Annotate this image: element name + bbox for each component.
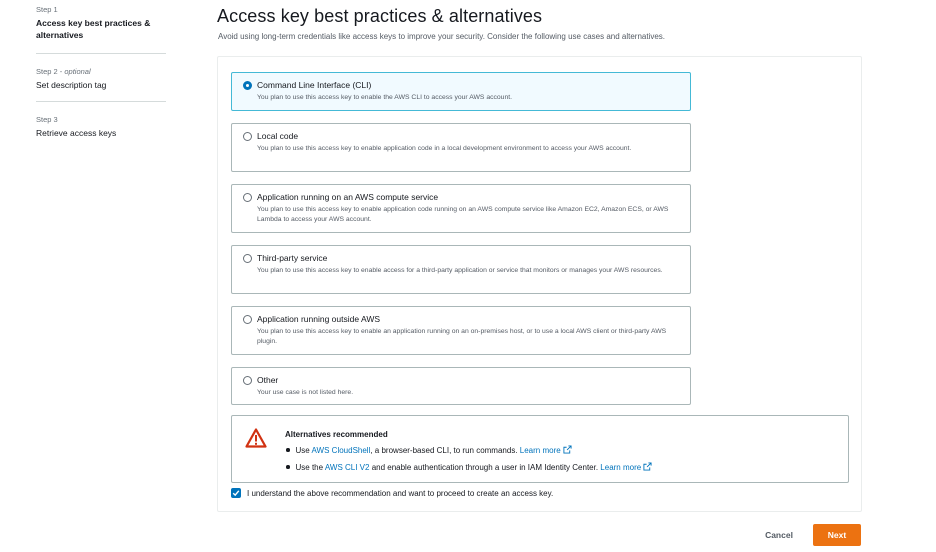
use-case-option-local-code[interactable]: Local code You plan to use this access k… [231,123,691,172]
use-case-description: You plan to use this access key to enabl… [257,145,632,152]
use-case-option-other[interactable]: Other Your use case is not listed here. [231,367,691,405]
radio-icon[interactable] [243,132,252,141]
aws-cli-v2-link[interactable]: AWS CLI V2 [325,463,370,472]
use-case-description: You plan to use this access key to enabl… [257,206,669,223]
use-case-title: Third-party service [257,253,328,263]
acknowledgement-checkbox[interactable] [231,488,241,498]
learn-more-link[interactable]: Learn more [520,445,572,455]
use-case-panel: Command Line Interface (CLI) You plan to… [217,56,862,512]
learn-more-link[interactable]: Learn more [600,462,652,472]
aws-cloudshell-link[interactable]: AWS CloudShell [312,446,371,455]
use-case-title: Application running on an AWS compute se… [257,192,439,202]
radio-icon[interactable] [243,193,252,202]
step-3-number: Step 3 [36,115,58,124]
use-case-description: Your use case is not listed here. [257,389,354,396]
cancel-button[interactable]: Cancel [756,525,802,545]
use-case-description: You plan to use this access key to enabl… [257,328,667,345]
step-2[interactable]: Step 2 - optional Set description tag [36,53,166,101]
step-2-number: Step 2 - optional [36,67,91,76]
bullet-icon [286,465,290,469]
alert-item-cloudshell: Use AWS CloudShell, a browser-based CLI,… [285,442,652,459]
acknowledgement-label: I understand the above recommendation an… [247,488,554,498]
step-3-title: Retrieve access keys [36,128,117,138]
use-case-title: Local code [257,131,299,141]
use-case-title: Other [257,375,279,385]
use-case-title: Command Line Interface (CLI) [257,80,372,90]
checkmark-icon [232,490,240,497]
next-button[interactable]: Next [813,524,861,546]
use-case-option-cli[interactable]: Command Line Interface (CLI) You plan to… [231,72,691,111]
step-3[interactable]: Step 3 Retrieve access keys [36,101,166,149]
use-case-description: You plan to use this access key to enabl… [257,267,663,274]
step-1-title: Access key best practices & alternatives [36,18,151,40]
use-case-description: You plan to use this access key to enabl… [257,94,513,101]
wizard-steps: Step 1 Access key best practices & alter… [36,4,166,149]
step-1[interactable]: Step 1 Access key best practices & alter… [36,4,166,53]
page-description: Avoid using long-term credentials like a… [218,32,666,41]
use-case-option-outside-aws[interactable]: Application running outside AWS You plan… [231,306,691,355]
radio-icon[interactable] [243,315,252,324]
alert-list: Use AWS CloudShell, a browser-based CLI,… [285,442,652,476]
warning-icon [245,428,267,448]
page-title: Access key best practices & alternatives [217,6,543,26]
alert-item-cli-v2: Use the AWS CLI V2 and enable authentica… [285,459,652,476]
bullet-icon [286,448,290,452]
use-case-title: Application running outside AWS [257,314,381,324]
external-link-icon [643,462,652,471]
alert-title: Alternatives recommended [285,430,388,439]
acknowledgement-row[interactable]: I understand the above recommendation an… [231,488,553,498]
radio-icon[interactable] [243,376,252,385]
radio-selected-icon[interactable] [243,81,252,90]
use-case-option-third-party[interactable]: Third-party service You plan to use this… [231,245,691,294]
step-2-optional: optional [64,67,91,76]
radio-icon[interactable] [243,254,252,263]
alternatives-alert: Alternatives recommended Use AWS CloudSh… [231,415,849,483]
use-case-option-aws-compute[interactable]: Application running on an AWS compute se… [231,184,691,233]
step-1-number: Step 1 [36,5,58,14]
step-2-title: Set description tag [36,80,107,90]
external-link-icon [563,445,572,454]
